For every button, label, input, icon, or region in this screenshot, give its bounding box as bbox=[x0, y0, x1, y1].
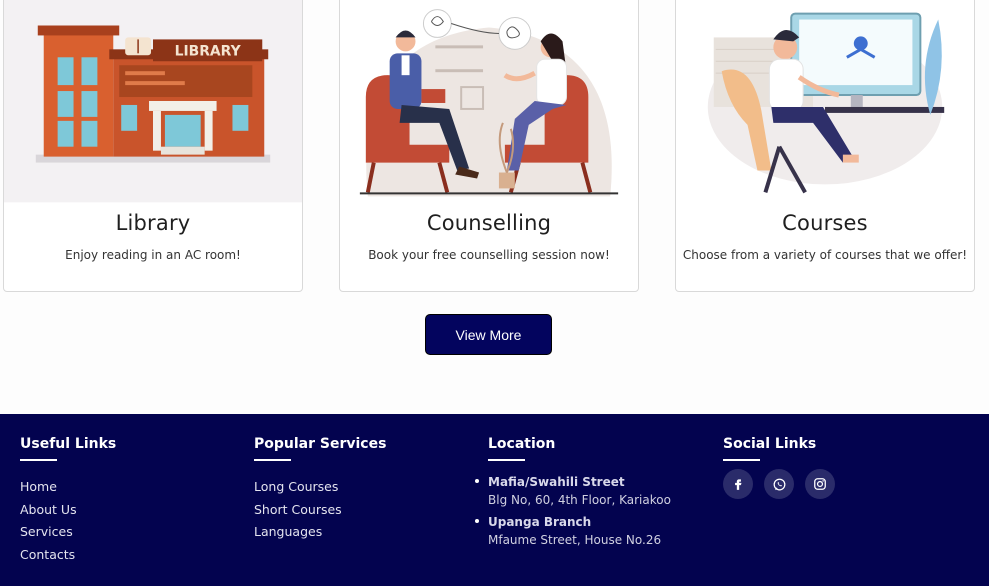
card-title: Counselling bbox=[426, 211, 552, 235]
popular-services-heading: Popular Services bbox=[254, 436, 387, 452]
location-item: Mafia/Swahili Street Blg No, 60, 4th Flo… bbox=[475, 473, 671, 509]
location-column: Location Mafia/Swahili Street Blg No, 60… bbox=[475, 436, 671, 553]
location-address: Mfaume Street, House No.26 bbox=[488, 533, 662, 547]
card-description: Book your free counselling session now! bbox=[368, 248, 610, 262]
courses-card[interactable]: Courses Choose from a variety of courses… bbox=[675, 0, 975, 292]
heading-underline bbox=[254, 459, 291, 461]
footer-link-long-courses[interactable]: Long Courses bbox=[254, 479, 386, 495]
location-name: Upanga Branch bbox=[488, 515, 592, 529]
location-address: Blg No, 60, 4th Floor, Kariakoo bbox=[488, 493, 671, 507]
counselling-illustration bbox=[340, 0, 638, 203]
location-heading: Location bbox=[488, 436, 556, 452]
footer-link-services[interactable]: Services bbox=[20, 524, 116, 540]
card-description: Enjoy reading in an AC room! bbox=[65, 248, 241, 262]
location-item: Upanga Branch Mfaume Street, House No.26 bbox=[475, 513, 671, 549]
popular-services-column: Popular Services Long Courses Short Cour… bbox=[254, 436, 386, 547]
social-links-column: Social Links bbox=[723, 436, 835, 499]
useful-links-heading: Useful Links bbox=[20, 436, 117, 452]
heading-underline bbox=[488, 459, 525, 461]
footer-link-contacts[interactable]: Contacts bbox=[20, 547, 116, 563]
library-illustration: LIBRARY bbox=[4, 0, 302, 203]
library-card[interactable]: LIBRARY Library Enjoy reading in an AC r… bbox=[3, 0, 303, 292]
instagram-icon[interactable] bbox=[805, 469, 835, 499]
location-list: Mafia/Swahili Street Blg No, 60, 4th Flo… bbox=[475, 473, 671, 549]
heading-underline bbox=[723, 459, 760, 461]
footer-link-home[interactable]: Home bbox=[20, 479, 116, 495]
counselling-card[interactable]: Counselling Book your free counselling s… bbox=[339, 0, 639, 292]
heading-underline bbox=[20, 459, 57, 461]
footer-link-about-us[interactable]: About Us bbox=[20, 502, 116, 518]
library-sign-text: LIBRARY bbox=[175, 43, 242, 59]
location-name: Mafia/Swahili Street bbox=[488, 475, 625, 489]
useful-links-column: Useful Links Home About Us Services Cont… bbox=[20, 436, 116, 569]
card-title: Library bbox=[115, 211, 191, 235]
footer-link-languages[interactable]: Languages bbox=[254, 524, 386, 540]
footer-link-short-courses[interactable]: Short Courses bbox=[254, 502, 386, 518]
services-cards: LIBRARY Library Enjoy reading in an AC r… bbox=[0, 0, 989, 292]
courses-illustration bbox=[676, 0, 974, 203]
view-more-button[interactable]: View More bbox=[425, 314, 552, 355]
card-description: Choose from a variety of courses that we… bbox=[682, 248, 968, 262]
facebook-icon[interactable] bbox=[723, 469, 753, 499]
social-links-heading: Social Links bbox=[723, 436, 817, 452]
card-title: Courses bbox=[782, 211, 868, 235]
whatsapp-icon[interactable] bbox=[764, 469, 794, 499]
footer: Useful Links Home About Us Services Cont… bbox=[0, 414, 989, 586]
